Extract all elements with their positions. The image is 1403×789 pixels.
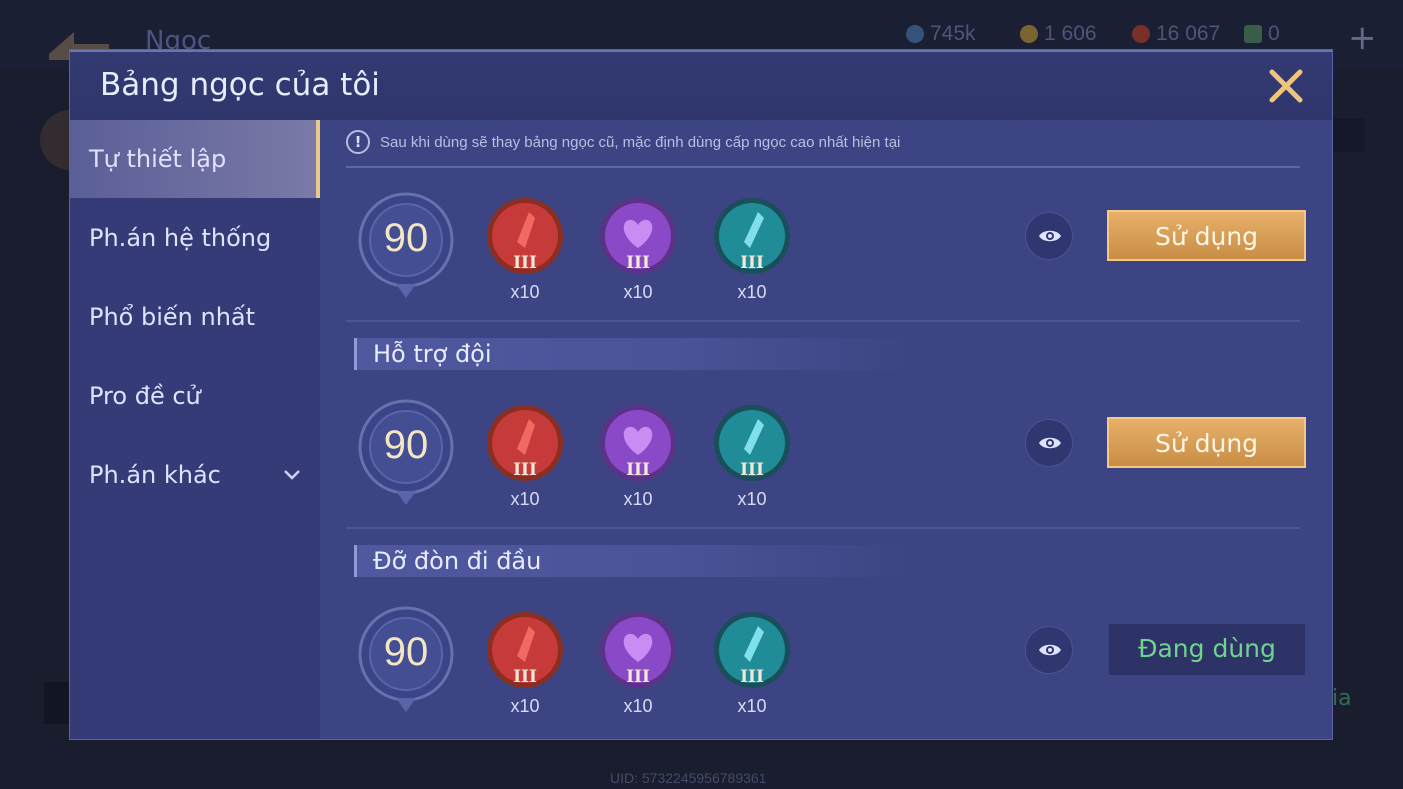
- svg-text:III: III: [626, 460, 650, 480]
- in-use-button[interactable]: Đang dùng: [1109, 624, 1305, 675]
- use-button[interactable]: Sử dụng: [1107, 417, 1306, 468]
- rune-count: x10: [623, 489, 653, 509]
- warning-icon: !: [346, 130, 370, 154]
- sidebar-item-popular[interactable]: Phổ biến nhất: [70, 278, 320, 356]
- divider: [346, 320, 1300, 322]
- svg-text:III: III: [513, 253, 537, 273]
- red-rune-icon: III: [487, 612, 563, 688]
- rune-page-title: Đỡ đòn đi đầu: [354, 545, 917, 577]
- rune-page-title: Hỗ trợ đội: [354, 338, 917, 370]
- sidebar-item-system[interactable]: Ph.án hệ thống: [70, 199, 320, 277]
- background-panel: [1330, 118, 1365, 152]
- level-number: 90: [383, 630, 429, 674]
- sidebar-item-other[interactable]: Ph.án khác: [70, 436, 320, 514]
- cyan-rune-icon: III: [714, 198, 790, 274]
- svg-text:III: III: [740, 667, 764, 687]
- add-resource-button[interactable]: +: [1348, 18, 1377, 58]
- rune-count: x10: [737, 489, 767, 509]
- card-icon: [1244, 25, 1262, 43]
- divider: [346, 527, 1300, 529]
- resource-card: 0: [1244, 22, 1280, 46]
- resource-blue-gem: 745k: [906, 22, 976, 46]
- svg-text:III: III: [740, 253, 764, 273]
- resource-gold-coin: 1 606: [1020, 22, 1097, 46]
- red-crystal-icon: [1132, 25, 1150, 43]
- resource-red-crystal: 16 067: [1132, 22, 1220, 46]
- close-icon[interactable]: [1266, 66, 1306, 106]
- svg-text:III: III: [513, 667, 537, 687]
- red-rune-icon: III: [487, 405, 563, 481]
- rune-page-row: 90 III x10 III x10 III x10: [320, 604, 1332, 724]
- modal-title: Bảng ngọc của tôi: [100, 67, 380, 103]
- preview-button[interactable]: [1025, 419, 1073, 467]
- divider: [346, 166, 1300, 168]
- chevron-down-icon: [284, 470, 300, 480]
- eye-icon: [1039, 644, 1061, 656]
- rune-page-row: 90 III x10 III x10 III x10: [320, 397, 1332, 517]
- rune-count: x10: [623, 282, 653, 302]
- rune-count: x10: [510, 489, 540, 509]
- sidebar-item-label: Tự thiết lập: [89, 145, 227, 173]
- rune-page-row: 90 III x10 III x10 III x10: [320, 190, 1332, 310]
- background-text: ia: [1332, 686, 1352, 711]
- notice-text: Sau khi dùng sẽ thay bảng ngọc cũ, mặc đ…: [380, 133, 901, 151]
- modal-header: Bảng ngọc của tôi: [70, 50, 1332, 120]
- preview-button[interactable]: [1025, 626, 1073, 674]
- sidebar-item-pro[interactable]: Pro đề cử: [70, 357, 320, 435]
- purple-heart-rune-icon: III: [600, 405, 676, 481]
- rune-count: x10: [623, 696, 653, 716]
- sidebar-item-label: Ph.án khác: [89, 461, 221, 489]
- sidebar: Tự thiết lập Ph.án hệ thống Phổ biến nhấ…: [70, 120, 320, 739]
- rune-count: x10: [737, 696, 767, 716]
- red-rune-icon: III: [487, 198, 563, 274]
- uid-label: UID: 5732245956789361: [610, 770, 767, 786]
- gold-coin-icon: [1020, 25, 1038, 43]
- sidebar-item-label: Pro đề cử: [89, 382, 201, 410]
- preview-button[interactable]: [1025, 212, 1073, 260]
- level-number: 90: [383, 423, 429, 467]
- svg-text:III: III: [626, 253, 650, 273]
- purple-heart-rune-icon: III: [600, 198, 676, 274]
- eye-icon: [1039, 437, 1061, 449]
- sidebar-item-label: Ph.án hệ thống: [89, 224, 272, 252]
- svg-text:III: III: [740, 460, 764, 480]
- svg-text:III: III: [513, 460, 537, 480]
- cyan-rune-icon: III: [714, 405, 790, 481]
- rune-pages-list: ! Sau khi dùng sẽ thay bảng ngọc cũ, mặc…: [320, 120, 1332, 739]
- sidebar-item-custom[interactable]: Tự thiết lập: [70, 120, 320, 198]
- eye-icon: [1039, 230, 1061, 242]
- sidebar-item-label: Phổ biến nhất: [89, 303, 256, 331]
- level-number: 90: [383, 216, 429, 260]
- rune-count: x10: [510, 696, 540, 716]
- purple-heart-rune-icon: III: [600, 612, 676, 688]
- rune-count: x10: [737, 282, 767, 302]
- blue-gem-icon: [906, 25, 924, 43]
- notice: ! Sau khi dùng sẽ thay bảng ngọc cũ, mặc…: [346, 130, 900, 154]
- rune-page-modal: Bảng ngọc của tôi Tự thiết lập Ph.án hệ …: [70, 50, 1332, 739]
- cyan-rune-icon: III: [714, 612, 790, 688]
- svg-text:III: III: [626, 667, 650, 687]
- use-button[interactable]: Sử dụng: [1107, 210, 1306, 261]
- rune-count: x10: [510, 282, 540, 302]
